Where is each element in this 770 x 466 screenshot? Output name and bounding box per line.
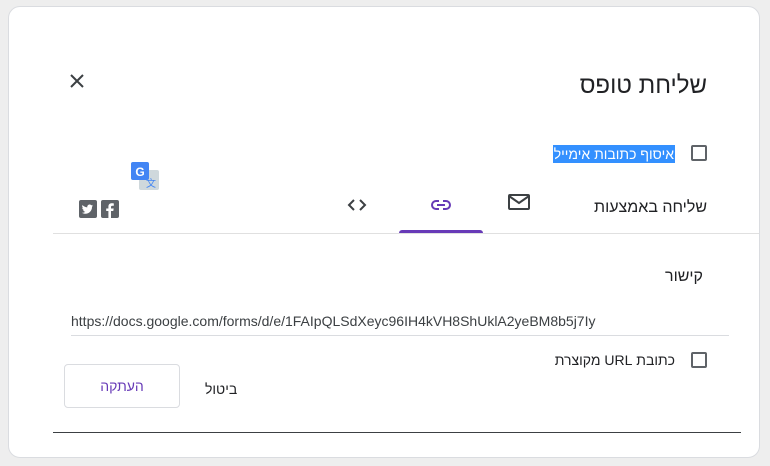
send-form-dialog: שליחת טופס איסוף כתובות אימייל שליחה באמ… xyxy=(8,6,760,458)
svg-text:G: G xyxy=(135,165,144,179)
tabs-divider xyxy=(53,233,759,234)
tab-link[interactable] xyxy=(399,185,483,233)
close-icon xyxy=(70,74,84,88)
collect-emails-label: איסוף כתובות אימייל xyxy=(552,145,675,163)
email-icon xyxy=(508,194,530,210)
cancel-button[interactable]: ביטול xyxy=(205,381,237,397)
collect-emails-checkbox[interactable] xyxy=(691,145,707,161)
twitter-share-button[interactable] xyxy=(79,200,97,218)
svg-text:文: 文 xyxy=(146,177,156,190)
dialog-title: שליחת טופס xyxy=(579,72,707,99)
shorten-url-checkbox[interactable] xyxy=(691,352,707,368)
tab-email[interactable] xyxy=(491,185,547,233)
shorten-url-label: כתובת URL מקוצרת xyxy=(554,352,675,368)
link-url-text: https://docs.google.com/forms/d/e/1FAIpQ… xyxy=(71,313,596,329)
bottom-divider xyxy=(53,432,741,433)
send-via-label: שליחה באמצעות xyxy=(594,199,707,216)
link-url-field[interactable]: https://docs.google.com/forms/d/e/1FAIpQ… xyxy=(71,307,729,336)
close-button[interactable] xyxy=(65,69,89,93)
link-section-title: קישור xyxy=(665,268,703,285)
facebook-share-button[interactable] xyxy=(101,200,119,218)
copy-button[interactable]: העתקה xyxy=(64,364,180,408)
facebook-icon xyxy=(106,203,114,218)
link-icon xyxy=(431,200,451,210)
google-translate-icon[interactable]: G 文 xyxy=(129,160,161,192)
translate-icon: G 文 xyxy=(131,162,159,190)
twitter-icon xyxy=(81,204,93,214)
embed-code-icon xyxy=(347,199,367,211)
tab-embed[interactable] xyxy=(329,185,385,233)
